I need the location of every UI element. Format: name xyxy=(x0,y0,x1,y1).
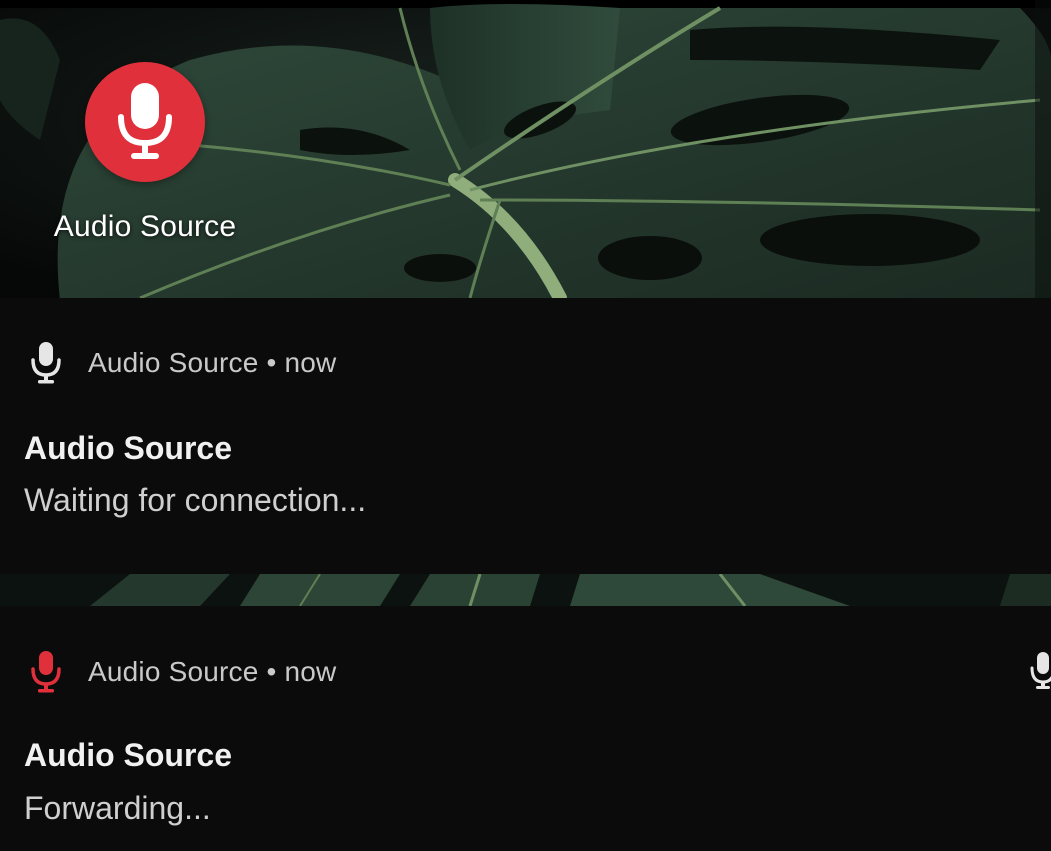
launcher-app-audio-source[interactable]: Audio Source xyxy=(30,62,260,244)
notification-forwarding[interactable]: Audio Source • now Audio Source Forwardi… xyxy=(0,606,1051,851)
notification-meta: Audio Source • now xyxy=(88,656,336,688)
notification-time: now xyxy=(284,347,337,378)
notification-title: Audio Source xyxy=(24,737,233,773)
notification-header: Audio Source • now xyxy=(30,651,336,693)
leaf-strip xyxy=(0,574,1051,606)
notification-title: Audio Source xyxy=(24,430,233,466)
app-icon xyxy=(85,62,205,182)
notification-time: now xyxy=(284,656,337,687)
notification-waiting[interactable]: Audio Source • now Audio Source Waiting … xyxy=(0,298,1051,574)
notification-app-name: Audio Source xyxy=(88,656,259,687)
microphone-icon xyxy=(1030,652,1051,689)
screen: Audio Source Audio Source • now Audio So… xyxy=(0,0,1051,851)
microphone-icon xyxy=(31,342,61,384)
notification-header: Audio Source • now xyxy=(30,342,336,384)
notification-app-name: Audio Source xyxy=(88,347,259,378)
app-label: Audio Source xyxy=(53,210,237,243)
wallpaper-strip xyxy=(0,574,1051,606)
separator-dot: • xyxy=(266,347,277,378)
notification-text: Forwarding... xyxy=(24,790,211,826)
notification-meta: Audio Source • now xyxy=(88,347,336,379)
separator-dot: • xyxy=(266,656,277,687)
notification-text: Waiting for connection... xyxy=(24,482,367,518)
microphone-icon xyxy=(118,83,172,159)
microphone-icon xyxy=(31,651,61,693)
